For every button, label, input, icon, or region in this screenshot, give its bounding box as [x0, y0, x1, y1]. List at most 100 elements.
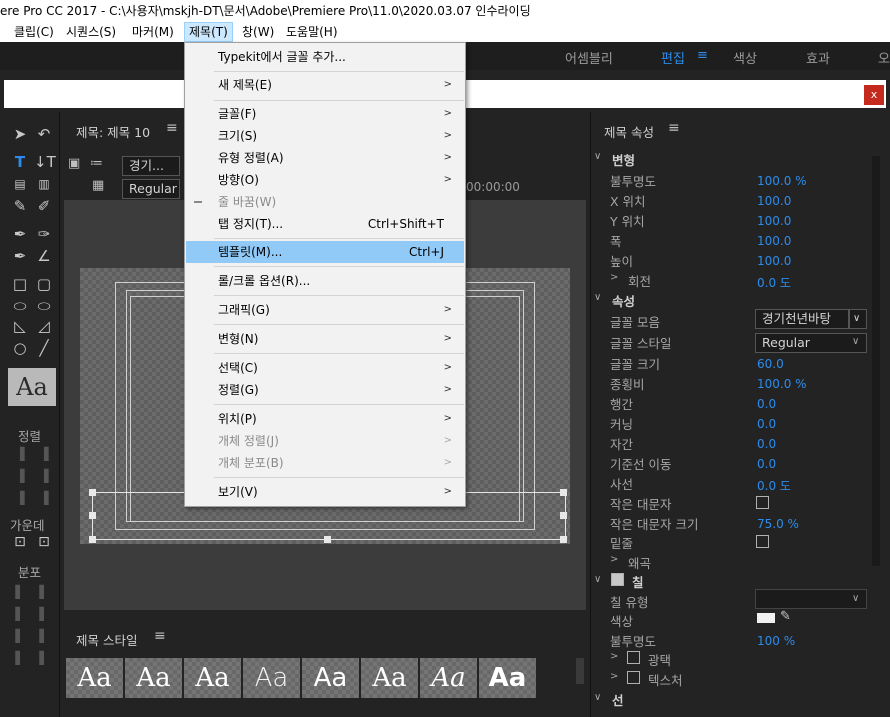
close-button[interactable]: x — [864, 85, 884, 105]
x-position-value[interactable]: 100.0 — [757, 194, 791, 208]
distribute-2-icon[interactable]: ▌ — [34, 582, 54, 602]
line-tool-icon[interactable]: ╱ — [34, 338, 54, 358]
vertical-type-tool-icon[interactable]: ↓T — [34, 152, 56, 172]
center-vertical-icon[interactable]: ⊡ — [34, 532, 54, 552]
font-family-dropdown-icon[interactable]: ∨ — [849, 309, 867, 329]
resize-handle-ml[interactable] — [89, 512, 96, 519]
menu-item-size[interactable]: 크기(S) > — [186, 125, 464, 147]
aspect-value[interactable]: 100.0 % — [757, 377, 807, 391]
ellipse-tool-icon[interactable]: ○ — [10, 338, 30, 358]
tab-stops-icon[interactable]: ≔ — [90, 156, 103, 171]
type-tool-icon[interactable]: T — [10, 152, 30, 172]
wedge-tool-icon[interactable]: ◺ — [10, 316, 30, 336]
workspace-effects[interactable]: 효과 — [806, 48, 830, 67]
selection-tool-icon[interactable]: ➤ — [10, 124, 30, 144]
style-swatch-4[interactable]: Aa — [243, 658, 300, 698]
style-swatch-1[interactable]: Aa — [66, 658, 123, 698]
distribute-5-icon[interactable]: ▌ — [10, 626, 30, 646]
fill-type-select[interactable] — [755, 589, 867, 609]
transform-expand-icon[interactable]: ∨ — [594, 151, 601, 162]
font-style-combo[interactable]: Regular — [122, 179, 180, 199]
sheen-expand-icon[interactable]: > — [610, 651, 618, 662]
font-family-combo[interactable]: 경기... — [122, 156, 180, 176]
distribute-1-icon[interactable]: ▌ — [10, 582, 30, 602]
menu-item-distribute-objects[interactable]: 개체 분포(B) > — [186, 452, 464, 474]
timecode-display[interactable]: 00:00:00 — [466, 180, 520, 194]
kerning-value[interactable]: 0.0 — [757, 417, 776, 431]
height-value[interactable]: 100.0 — [757, 254, 791, 268]
small-caps-checkbox[interactable] — [756, 496, 769, 509]
menu-item-select[interactable]: 선택(C) > — [186, 357, 464, 379]
attributes-expand-icon[interactable]: ∨ — [594, 292, 601, 303]
menu-item-word-wrap[interactable]: 줄 바꿈(W) — [186, 191, 464, 213]
style-swatch-6[interactable]: Aa — [361, 658, 418, 698]
menu-window[interactable]: 창(W) — [238, 22, 278, 42]
delete-anchor-tool-icon[interactable]: ✑ — [34, 224, 54, 244]
rounded-corner-tool-icon[interactable]: ⬭ — [34, 296, 54, 316]
style-swatch-8[interactable]: Aa — [479, 658, 536, 698]
menu-item-align-objects[interactable]: 개체 정렬(J) > — [186, 430, 464, 452]
align-top-icon[interactable]: ▐ — [10, 466, 30, 486]
leading-value[interactable]: 0.0 — [757, 397, 776, 411]
center-horizontal-icon[interactable]: ⊡ — [10, 532, 30, 552]
resize-handle-bc[interactable] — [324, 536, 331, 543]
tracking-value[interactable]: 0.0 — [757, 437, 776, 451]
texture-checkbox[interactable] — [627, 671, 640, 684]
workspace-audio[interactable]: 오 — [878, 48, 890, 67]
menu-item-graphic[interactable]: 그래픽(G) > — [186, 299, 464, 321]
workspace-edit[interactable]: 편집 — [661, 48, 685, 67]
convert-anchor-tool-icon[interactable]: ∠ — [34, 246, 54, 266]
style-swatch-2[interactable]: Aa — [125, 658, 182, 698]
distribute-6-icon[interactable]: ▌ — [34, 626, 54, 646]
menu-item-new-title[interactable]: 새 제목(E) > — [186, 74, 464, 96]
arc-tool-icon[interactable]: ◿ — [34, 316, 54, 336]
fill-type-dropdown-icon[interactable]: ∨ — [852, 593, 859, 604]
align-left-icon[interactable]: ▐ — [10, 444, 30, 464]
attributes-section-header[interactable]: 속성 — [612, 291, 635, 310]
vertical-path-type-tool-icon[interactable]: ✐ — [34, 196, 54, 216]
pen-tool-icon[interactable]: ✒ — [10, 224, 30, 244]
underline-checkbox[interactable] — [756, 535, 769, 548]
texture-expand-icon[interactable]: > — [610, 671, 618, 682]
slant-value[interactable]: 0.0 도 — [757, 477, 791, 494]
distribute-8-icon[interactable]: ▌ — [34, 648, 54, 668]
resize-handle-tr[interactable] — [560, 489, 567, 496]
menu-help[interactable]: 도움말(H) — [282, 22, 342, 42]
rectangle-tool-icon[interactable]: □ — [10, 274, 30, 294]
font-style-select[interactable]: Regular — [755, 333, 867, 353]
menu-item-type-alignment[interactable]: 유형 정렬(A) > — [186, 147, 464, 169]
menu-item-font[interactable]: 글꼴(F) > — [186, 103, 464, 125]
small-caps-size-value[interactable]: 75.0 % — [757, 517, 799, 531]
align-right-icon[interactable]: ▐ — [34, 488, 54, 508]
style-swatch-5[interactable]: Aa — [302, 658, 359, 698]
align-middle-icon[interactable]: ▐ — [34, 466, 54, 486]
font-family-select[interactable]: 경기천년바탕 — [755, 309, 849, 329]
workspace-menu-icon[interactable]: ≡ — [697, 48, 708, 63]
style-swatch-7[interactable]: Aa — [420, 658, 477, 698]
rotation-expand-icon[interactable]: > — [610, 272, 618, 283]
style-swatch-3[interactable]: Aa — [184, 658, 241, 698]
rotation-value[interactable]: 0.0 도 — [757, 274, 791, 291]
workspace-assembly[interactable]: 어셈블리 — [565, 48, 613, 67]
styles-panel-menu-icon[interactable]: ≡ — [154, 628, 166, 644]
fill-expand-icon[interactable]: ∨ — [594, 574, 601, 585]
distribute-7-icon[interactable]: ▌ — [10, 648, 30, 668]
font-size-value[interactable]: 60.0 — [757, 357, 784, 371]
eyedropper-icon[interactable]: ✎ — [780, 609, 791, 624]
resize-handle-tl[interactable] — [89, 489, 96, 496]
menu-sequence[interactable]: 시퀀스(S) — [62, 22, 120, 42]
add-anchor-tool-icon[interactable]: ✒ — [10, 246, 30, 266]
menu-item-view[interactable]: 보기(V) > — [186, 481, 464, 503]
rotation-tool-icon[interactable]: ↶ — [34, 124, 54, 144]
rounded-rectangle-tool-icon[interactable]: ▢ — [34, 274, 54, 294]
workspace-color[interactable]: 색상 — [733, 48, 757, 67]
opacity-value[interactable]: 100.0 % — [757, 174, 807, 188]
menu-item-roll-crawl[interactable]: 롤/크롤 옵션(R)... — [186, 270, 464, 292]
menu-item-position[interactable]: 위치(P) > — [186, 408, 464, 430]
fill-checkbox[interactable] — [611, 573, 624, 586]
align-bottom-icon[interactable]: ▐ — [10, 488, 30, 508]
resize-handle-mr[interactable] — [560, 512, 567, 519]
transform-section-header[interactable]: 변형 — [612, 150, 635, 169]
baseline-shift-value[interactable]: 0.0 — [757, 457, 776, 471]
distribute-3-icon[interactable]: ▌ — [10, 604, 30, 624]
